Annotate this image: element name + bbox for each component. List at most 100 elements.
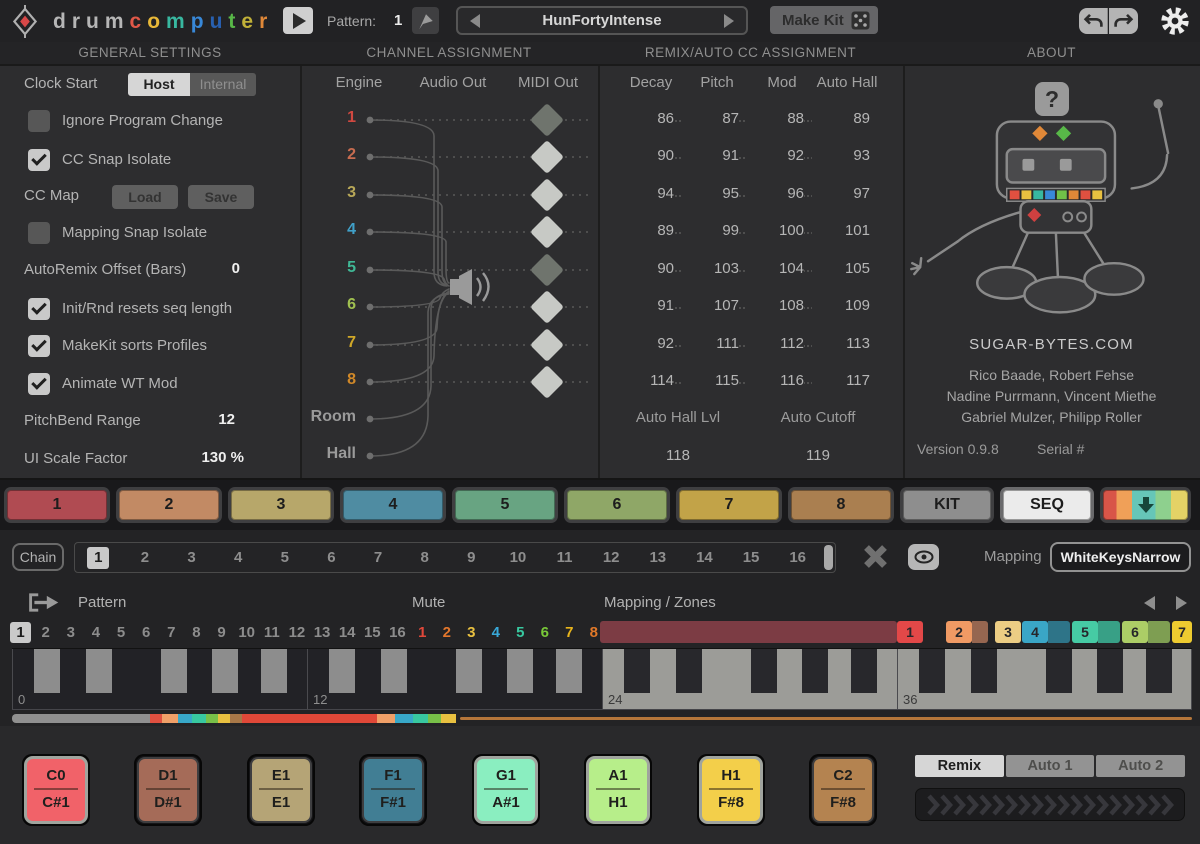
mapping-mode-button[interactable]: WhiteKeysNarrow <box>1050 542 1191 572</box>
cc-value[interactable]: 104 <box>746 260 804 277</box>
checkbox-unchecked[interactable] <box>28 222 50 244</box>
serial-label[interactable]: Serial # <box>1037 441 1084 457</box>
cc-value[interactable]: 100 <box>746 222 804 239</box>
play-button[interactable] <box>283 7 313 34</box>
pattern-step[interactable]: 1 <box>8 621 33 643</box>
black-key[interactable] <box>456 649 482 693</box>
black-key[interactable] <box>624 649 650 693</box>
channel-tab-2[interactable]: 2 <box>116 487 222 523</box>
mute-channel[interactable]: 6 <box>533 621 558 643</box>
cc-value[interactable]: 111 <box>681 335 739 352</box>
black-key[interactable] <box>556 649 582 693</box>
cc-value[interactable]: 99 <box>681 222 739 239</box>
cc-value[interactable]: 92 <box>746 147 804 164</box>
black-key[interactable] <box>507 649 533 693</box>
black-key[interactable] <box>34 649 60 693</box>
clock-internal-option[interactable]: Internal <box>190 73 256 96</box>
chain-slot[interactable]: 10 <box>495 543 542 572</box>
pattern-step[interactable]: 13 <box>310 621 335 643</box>
chain-slot[interactable]: 15 <box>728 543 775 572</box>
pattern-step[interactable]: 16 <box>385 621 410 643</box>
chain-slot[interactable]: 3 <box>168 543 215 572</box>
pattern-step[interactable]: 10 <box>234 621 259 643</box>
make-kit-button[interactable]: Make Kit <box>770 6 878 34</box>
cc-value[interactable]: 108 <box>746 297 804 314</box>
cc-value[interactable]: 101 <box>812 222 870 239</box>
cc-value[interactable]: 88 <box>746 110 804 127</box>
pattern-follow-button[interactable] <box>26 592 60 618</box>
black-key[interactable] <box>161 649 187 693</box>
black-key[interactable] <box>381 649 407 693</box>
tab-remix-cc-assignment[interactable]: REMIX/AUTO CC ASSIGNMENT <box>598 45 903 60</box>
chain-slot[interactable]: 9 <box>448 543 495 572</box>
cc-value[interactable]: 109 <box>812 297 870 314</box>
cc-value[interactable]: 91 <box>616 297 674 314</box>
cc-value[interactable]: 105 <box>812 260 870 277</box>
chain-slot[interactable]: 13 <box>635 543 682 572</box>
pattern-step[interactable]: 12 <box>284 621 309 643</box>
preset-prev-icon[interactable] <box>470 14 480 28</box>
pattern-step[interactable]: 11 <box>259 621 284 643</box>
channel-tab-kit[interactable]: KIT <box>900 487 994 523</box>
drum-pad[interactable]: C2F#8 <box>809 754 877 826</box>
pattern-step[interactable]: 6 <box>134 621 159 643</box>
pattern-step[interactable]: 3 <box>58 621 83 643</box>
cc-map-load-button[interactable]: Load <box>112 185 178 209</box>
clock-host-option[interactable]: Host <box>128 73 190 96</box>
cc-value[interactable]: 116 <box>746 372 804 389</box>
view-toggle-button[interactable] <box>908 544 939 570</box>
cc-value[interactable]: 95 <box>681 185 739 202</box>
black-key[interactable] <box>851 649 877 693</box>
keyboard-octave[interactable]: 36 <box>897 649 1192 709</box>
zone-range-2[interactable] <box>972 621 988 643</box>
cc-value[interactable]: 90 <box>616 260 674 277</box>
cc-value[interactable]: 90 <box>616 147 674 164</box>
pattern-step[interactable]: 5 <box>109 621 134 643</box>
cc-value[interactable]: 114 <box>616 372 674 389</box>
zone-chip-2[interactable]: 2 <box>946 621 972 643</box>
black-key[interactable] <box>971 649 997 693</box>
channel-tab-8[interactable]: 8 <box>788 487 894 523</box>
settings-gear-button[interactable] <box>1158 4 1192 38</box>
mute-channel[interactable]: 2 <box>435 621 460 643</box>
undo-button[interactable] <box>1079 8 1108 34</box>
mute-channel[interactable]: 3 <box>459 621 484 643</box>
chain-slot[interactable]: 6 <box>308 543 355 572</box>
chain-slot[interactable]: 14 <box>681 543 728 572</box>
mute-channel[interactable]: 5 <box>508 621 533 643</box>
black-key[interactable] <box>802 649 828 693</box>
remix-slider[interactable] <box>915 788 1185 821</box>
channel-tab-7[interactable]: 7 <box>676 487 782 523</box>
chain-slot[interactable]: 12 <box>588 543 635 572</box>
drum-pad[interactable]: A1H1 <box>584 754 652 826</box>
autoremix-offset-value[interactable]: 0 <box>195 260 240 277</box>
cc-value[interactable]: 89 <box>812 110 870 127</box>
checkbox-checked[interactable] <box>28 335 50 357</box>
channel-tab-4[interactable]: 4 <box>340 487 446 523</box>
redo-button[interactable] <box>1109 8 1138 34</box>
remix-mode-auto-2[interactable]: Auto 2 <box>1096 755 1185 777</box>
black-key[interactable] <box>1046 649 1072 693</box>
zone-chip-4[interactable]: 4 <box>1022 621 1048 643</box>
channel-tab-3[interactable]: 3 <box>228 487 334 523</box>
cc-value[interactable]: 91 <box>681 147 739 164</box>
chain-slot[interactable]: 7 <box>355 543 402 572</box>
pattern-number[interactable]: 1 <box>394 12 402 29</box>
channel-tab-seq[interactable]: SEQ <box>1000 487 1094 523</box>
keyboard-octave[interactable]: 24 <box>602 649 897 709</box>
website-link[interactable]: SUGAR-BYTES.COM <box>903 336 1200 353</box>
checkbox-checked[interactable] <box>28 373 50 395</box>
black-key[interactable] <box>751 649 777 693</box>
cc-value[interactable]: 112 <box>746 335 804 352</box>
chain-slot[interactable]: 8 <box>401 543 448 572</box>
black-key[interactable] <box>676 649 702 693</box>
zone-range-6[interactable] <box>1148 621 1170 643</box>
pitchbend-range-value[interactable]: 12 <box>195 411 235 428</box>
zone-chip-3[interactable]: 3 <box>995 621 1021 643</box>
pattern-step[interactable]: 2 <box>33 621 58 643</box>
import-kit-tab[interactable] <box>1100 487 1191 523</box>
cc-value[interactable]: 107 <box>681 297 739 314</box>
drum-pad[interactable]: D1D#1 <box>134 754 202 826</box>
pattern-pin-button[interactable] <box>412 7 439 34</box>
zones-next-icon[interactable] <box>1176 596 1187 610</box>
